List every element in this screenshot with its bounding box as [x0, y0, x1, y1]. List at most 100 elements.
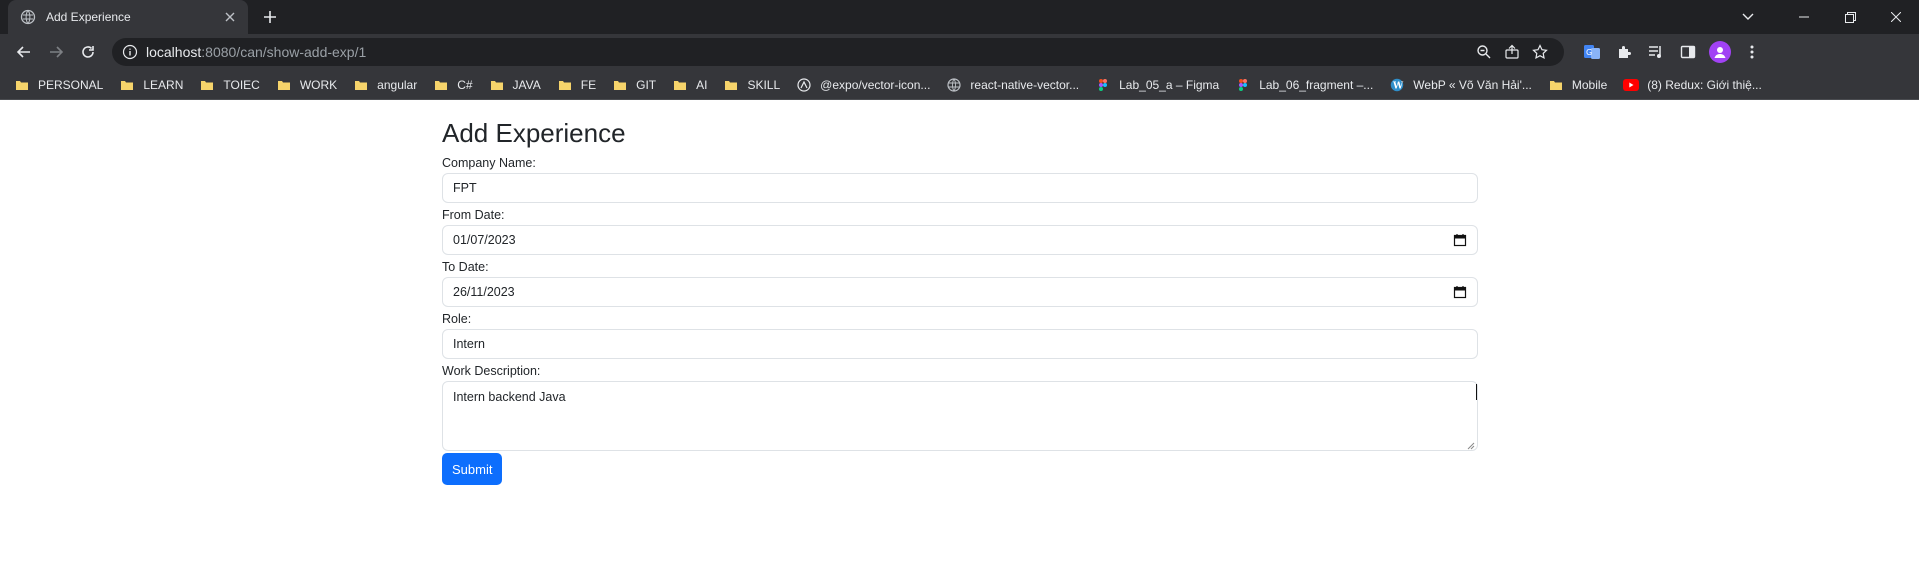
- bookmark-label: LEARN: [143, 77, 184, 92]
- bookmark-item[interactable]: Lab_05_a – Figma: [1089, 72, 1225, 98]
- wordpress-icon: W: [1389, 77, 1405, 93]
- bookmark-item[interactable]: Lab_06_fragment –...: [1229, 72, 1379, 98]
- bookmark-star-icon[interactable]: [1526, 38, 1554, 66]
- forward-arrow-icon[interactable]: [40, 36, 72, 68]
- figma-icon: [1095, 77, 1111, 93]
- bookmark-item[interactable]: angular: [347, 72, 423, 98]
- bookmark-item[interactable]: C#: [427, 72, 478, 98]
- tab-search-chevron-icon[interactable]: [1725, 0, 1771, 34]
- from-date-value: 01/07/2023: [453, 233, 516, 248]
- bookmark-label: WebP « Võ Văn Hải'...: [1413, 77, 1532, 92]
- role-input[interactable]: Intern: [442, 329, 1478, 360]
- bookmark-item[interactable]: WORK: [270, 72, 343, 98]
- page-title: Add Experience: [442, 118, 626, 148]
- new-tab-button[interactable]: [258, 5, 282, 29]
- bookmark-label: JAVA: [512, 77, 541, 92]
- from-date-input[interactable]: 01/07/2023: [442, 225, 1478, 256]
- bookmark-item[interactable]: GIT: [606, 72, 662, 98]
- figma-icon: [1235, 77, 1251, 93]
- calendar-icon[interactable]: [1453, 233, 1467, 247]
- expo-icon: [796, 77, 812, 93]
- zoom-icon[interactable]: [1470, 38, 1498, 66]
- restore-icon[interactable]: [1827, 0, 1873, 34]
- folder-icon: [489, 77, 505, 93]
- resize-handle-icon[interactable]: [1466, 439, 1475, 450]
- close-tab-icon[interactable]: [222, 9, 238, 25]
- folder-icon: [557, 77, 573, 93]
- bookmarks-bar: PERSONAL LEARN TOIEC WORK angular C# JAVA FE GIT…: [0, 70, 1919, 100]
- bookmark-label: WORK: [299, 77, 338, 92]
- to-date-input[interactable]: 26/11/2023: [442, 277, 1478, 308]
- back-arrow-icon[interactable]: [8, 36, 40, 68]
- side-panel-icon[interactable]: [1672, 36, 1704, 68]
- bookmark-label: SKILL: [747, 77, 781, 92]
- bookmark-item[interactable]: (8) Redux: Giới thiệ...: [1617, 72, 1768, 98]
- page-content: Add Experience Company Name: FPT From Da…: [0, 100, 1919, 570]
- role-value: Intern: [453, 337, 485, 352]
- folder-icon: [612, 77, 628, 93]
- bookmark-label: FE: [580, 77, 597, 92]
- bookmark-item[interactable]: FE: [551, 72, 602, 98]
- bookmark-item[interactable]: PERSONAL: [8, 72, 109, 98]
- bookmark-item[interactable]: AI: [666, 72, 713, 98]
- role-label: Role:: [442, 312, 472, 327]
- bookmark-label: C#: [457, 77, 473, 92]
- folder-icon: [14, 77, 30, 93]
- bookmark-label: PERSONAL: [38, 77, 104, 92]
- bookmark-item[interactable]: react-native-vector...: [940, 72, 1085, 98]
- folder-icon: [672, 77, 688, 93]
- browser-tab-active[interactable]: Add Experience: [8, 0, 248, 34]
- browser-chrome: Add Experience localhost:8080/can/show-…: [0, 0, 1919, 100]
- bookmark-item[interactable]: JAVA: [483, 72, 547, 98]
- bookmark-label: (8) Redux: Giới thiệ...: [1647, 77, 1762, 92]
- bookmark-item[interactable]: @expo/vector-icon...: [790, 72, 936, 98]
- bookmark-item[interactable]: LEARN: [113, 72, 189, 98]
- bookmark-label: Lab_06_fragment –...: [1259, 77, 1374, 92]
- site-info-icon[interactable]: [122, 44, 138, 60]
- globe-icon: [20, 9, 36, 25]
- media-queue-icon[interactable]: [1640, 36, 1672, 68]
- bookmark-label: @expo/vector-icon...: [820, 77, 931, 92]
- text-cursor: [1476, 384, 1477, 401]
- work-description-textarea[interactable]: Intern backend Java: [442, 381, 1478, 452]
- chrome-menu-icon[interactable]: [1736, 36, 1768, 68]
- folder-icon: [433, 77, 449, 93]
- bookmark-item[interactable]: TOIEC: [193, 72, 265, 98]
- company-name-input[interactable]: FPT: [442, 173, 1478, 204]
- profile-avatar[interactable]: [1704, 36, 1736, 68]
- folder-icon: [353, 77, 369, 93]
- bookmark-label: TOIEC: [223, 77, 260, 92]
- close-window-icon[interactable]: [1873, 0, 1919, 34]
- reload-icon[interactable]: [72, 36, 104, 68]
- tab-title: Add Experience: [46, 10, 131, 24]
- globe-icon: [946, 77, 962, 93]
- browser-toolbar: localhost:8080/can/show-add-exp/1 G: [0, 34, 1919, 70]
- bookmark-label: GIT: [636, 77, 657, 92]
- company-name-value: FPT: [453, 181, 477, 196]
- bookmark-item[interactable]: SKILL: [717, 72, 786, 98]
- to-date-value: 26/11/2023: [453, 285, 515, 300]
- from-date-label: From Date:: [442, 208, 505, 223]
- minimize-icon[interactable]: [1781, 0, 1827, 34]
- bookmark-item[interactable]: Mobile: [1542, 72, 1613, 98]
- extensions-puzzle-icon[interactable]: [1608, 36, 1640, 68]
- url-path: :8080/can/show-add-exp/1: [201, 44, 367, 60]
- folder-icon: [1548, 77, 1564, 93]
- address-bar[interactable]: localhost:8080/can/show-add-exp/1: [112, 38, 1564, 66]
- bookmark-label: AI: [696, 77, 708, 92]
- folder-icon: [199, 77, 215, 93]
- add-experience-form: Add Experience Company Name: FPT From Da…: [442, 118, 1478, 486]
- share-icon[interactable]: [1498, 38, 1526, 66]
- bookmark-label: angular: [377, 77, 418, 92]
- svg-text:G: G: [1586, 48, 1592, 57]
- svg-text:W: W: [1392, 81, 1404, 91]
- tab-strip: Add Experience: [0, 0, 1919, 34]
- bookmark-item[interactable]: W WebP « Võ Văn Hải'...: [1383, 72, 1538, 98]
- submit-button[interactable]: Submit: [442, 453, 503, 486]
- calendar-icon[interactable]: [1453, 285, 1467, 299]
- work-description-value: Intern backend Java: [453, 390, 566, 405]
- extensions-area: G: [1576, 36, 1768, 68]
- youtube-icon: [1623, 77, 1640, 93]
- translate-extension-icon[interactable]: G: [1576, 36, 1608, 68]
- bookmark-label: Mobile: [1571, 77, 1608, 92]
